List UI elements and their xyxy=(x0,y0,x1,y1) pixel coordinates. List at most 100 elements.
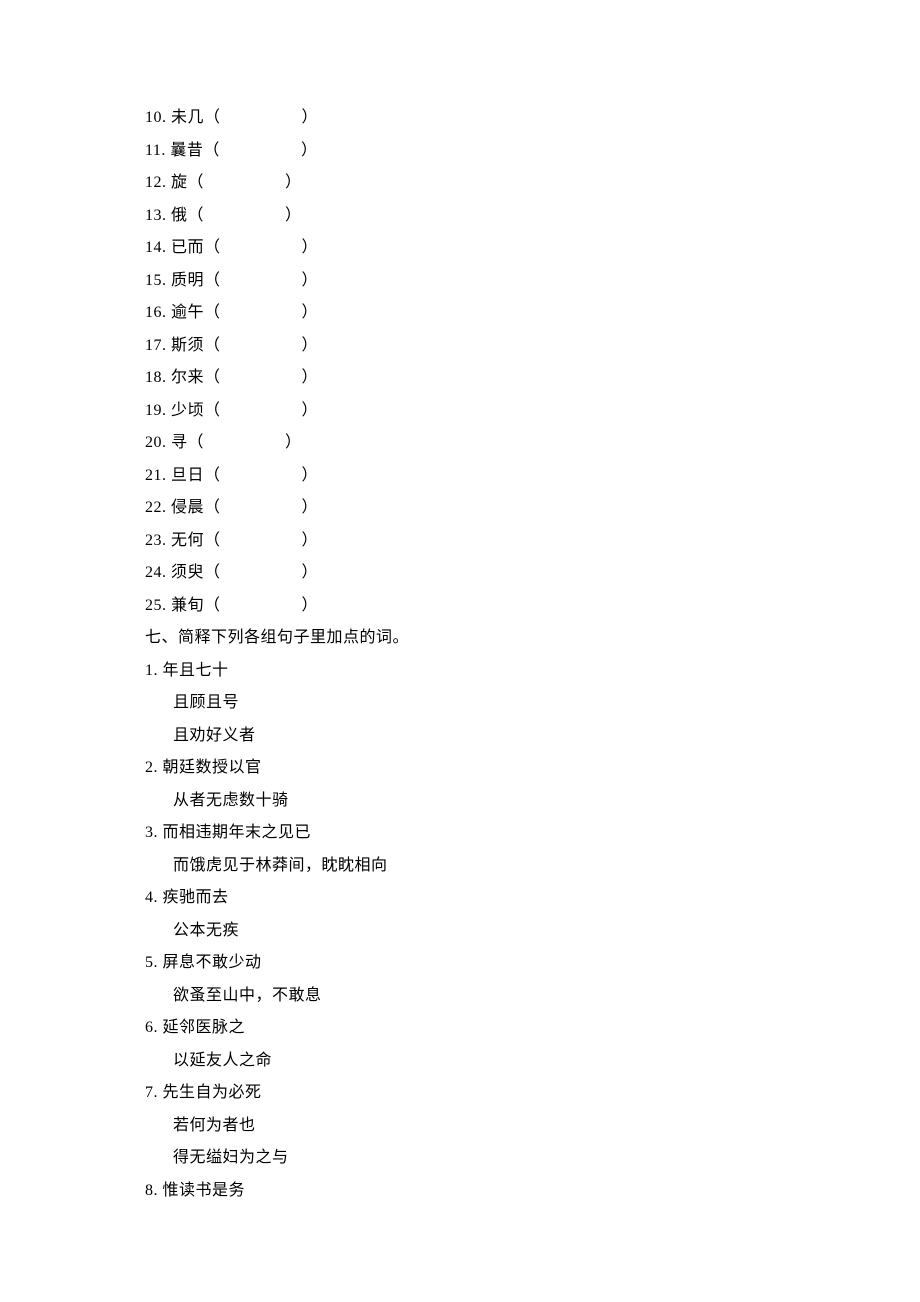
group-line: 1. 年且七十 xyxy=(145,663,920,679)
group-line: 且顾且号 xyxy=(145,695,920,711)
close-paren: ） xyxy=(302,272,319,289)
groups-list: 1. 年且七十且顾且号且劝好义者 2. 朝廷数授以官从者无虑数十骑 3. 而相违期年… xyxy=(145,663,920,1199)
close-paren: ） xyxy=(302,337,319,354)
answer-blank xyxy=(221,499,302,516)
term-line: 25. 兼旬（ ） xyxy=(145,598,920,614)
term-line: 13. 俄（ ） xyxy=(145,208,920,224)
group-line: 7. 先生自为必死 xyxy=(145,1085,920,1101)
group-line: 5. 屏息不敢少动 xyxy=(145,955,920,971)
section-heading: 七、简释下列各组句子里加点的词。 xyxy=(145,630,920,646)
open-paren: （ xyxy=(188,434,205,451)
group-line: 4. 疾驰而去 xyxy=(145,890,920,906)
close-paren: ） xyxy=(302,532,319,549)
close-paren: ） xyxy=(302,597,319,614)
open-paren: （ xyxy=(204,109,221,126)
answer-blank xyxy=(221,304,302,321)
open-paren: （ xyxy=(204,499,221,516)
document-page: 10. 未几（ ）11. 曩昔（ ）12. 旋（ ）13. 俄（ ）14. 已而… xyxy=(0,0,920,1199)
close-paren: ） xyxy=(285,174,302,191)
close-paren: ） xyxy=(302,239,319,256)
group-line: 而饿虎见于林莽间，眈眈相向 xyxy=(145,858,920,874)
close-paren: ） xyxy=(302,564,319,581)
group-line: 以延友人之命 xyxy=(145,1053,920,1069)
group-line: 欲蚤至山中，不敢息 xyxy=(145,988,920,1004)
close-paren: ） xyxy=(302,467,319,484)
answer-blank xyxy=(221,402,302,419)
answer-blank xyxy=(220,142,301,159)
open-paren: （ xyxy=(204,532,221,549)
answer-blank xyxy=(204,207,285,224)
answer-blank xyxy=(221,369,302,386)
group-line: 若何为者也 xyxy=(145,1118,920,1134)
open-paren: （ xyxy=(203,142,220,159)
term-label: 15. 质明 xyxy=(145,272,204,289)
close-paren: ） xyxy=(302,304,319,321)
term-label: 22. 侵晨 xyxy=(145,499,204,516)
group-line: 且劝好义者 xyxy=(145,728,920,744)
term-label: 10. 未几 xyxy=(145,109,204,126)
term-label: 20. 寻 xyxy=(145,434,188,451)
answer-blank xyxy=(221,564,302,581)
term-line: 14. 已而（ ） xyxy=(145,240,920,256)
term-line: 22. 侵晨（ ） xyxy=(145,500,920,516)
term-label: 11. 曩昔 xyxy=(145,142,203,159)
term-label: 23. 无何 xyxy=(145,532,204,549)
term-label: 25. 兼旬 xyxy=(145,597,204,614)
group-line: 3. 而相违期年末之见已 xyxy=(145,825,920,841)
term-label: 17. 斯须 xyxy=(145,337,204,354)
close-paren: ） xyxy=(285,207,302,224)
open-paren: （ xyxy=(204,337,221,354)
term-line: 16. 逾午（ ） xyxy=(145,305,920,321)
open-paren: （ xyxy=(204,467,221,484)
term-label: 21. 旦日 xyxy=(145,467,204,484)
close-paren: ） xyxy=(302,369,319,386)
term-label: 13. 俄 xyxy=(145,207,188,224)
answer-blank xyxy=(221,337,302,354)
term-line: 11. 曩昔（ ） xyxy=(145,143,920,159)
terms-list: 10. 未几（ ）11. 曩昔（ ）12. 旋（ ）13. 俄（ ）14. 已而… xyxy=(145,110,920,614)
group-line: 6. 延邻医脉之 xyxy=(145,1020,920,1036)
term-label: 14. 已而 xyxy=(145,239,204,256)
open-paren: （ xyxy=(204,272,221,289)
open-paren: （ xyxy=(188,207,205,224)
term-line: 18. 尔来（ ） xyxy=(145,370,920,386)
open-paren: （ xyxy=(204,369,221,386)
answer-blank xyxy=(221,467,302,484)
close-paren: ） xyxy=(285,434,302,451)
open-paren: （ xyxy=(188,174,205,191)
term-line: 15. 质明（ ） xyxy=(145,273,920,289)
term-line: 20. 寻（ ） xyxy=(145,435,920,451)
open-paren: （ xyxy=(204,239,221,256)
answer-blank xyxy=(221,272,302,289)
close-paren: ） xyxy=(302,402,319,419)
term-line: 10. 未几（ ） xyxy=(145,110,920,126)
term-line: 21. 旦日（ ） xyxy=(145,468,920,484)
answer-blank xyxy=(204,174,285,191)
group-line: 从者无虑数十骑 xyxy=(145,793,920,809)
open-paren: （ xyxy=(204,597,221,614)
term-line: 24. 须臾（ ） xyxy=(145,565,920,581)
answer-blank xyxy=(204,434,285,451)
answer-blank xyxy=(221,239,302,256)
term-label: 24. 须臾 xyxy=(145,564,204,581)
group-line: 得无缢妇为之与 xyxy=(145,1150,920,1166)
term-label: 18. 尔来 xyxy=(145,369,204,386)
open-paren: （ xyxy=(204,402,221,419)
term-label: 16. 逾午 xyxy=(145,304,204,321)
term-label: 12. 旋 xyxy=(145,174,188,191)
answer-blank xyxy=(221,597,302,614)
answer-blank xyxy=(221,109,302,126)
answer-blank xyxy=(221,532,302,549)
term-line: 19. 少顷（ ） xyxy=(145,403,920,419)
group-line: 2. 朝廷数授以官 xyxy=(145,760,920,776)
term-label: 19. 少顷 xyxy=(145,402,204,419)
term-line: 17. 斯须（ ） xyxy=(145,338,920,354)
term-line: 23. 无何（ ） xyxy=(145,533,920,549)
close-paren: ） xyxy=(302,499,319,516)
open-paren: （ xyxy=(204,304,221,321)
term-line: 12. 旋（ ） xyxy=(145,175,920,191)
open-paren: （ xyxy=(204,564,221,581)
close-paren: ） xyxy=(302,109,319,126)
group-line: 公本无疾 xyxy=(145,923,920,939)
group-line: 8. 惟读书是务 xyxy=(145,1183,920,1199)
